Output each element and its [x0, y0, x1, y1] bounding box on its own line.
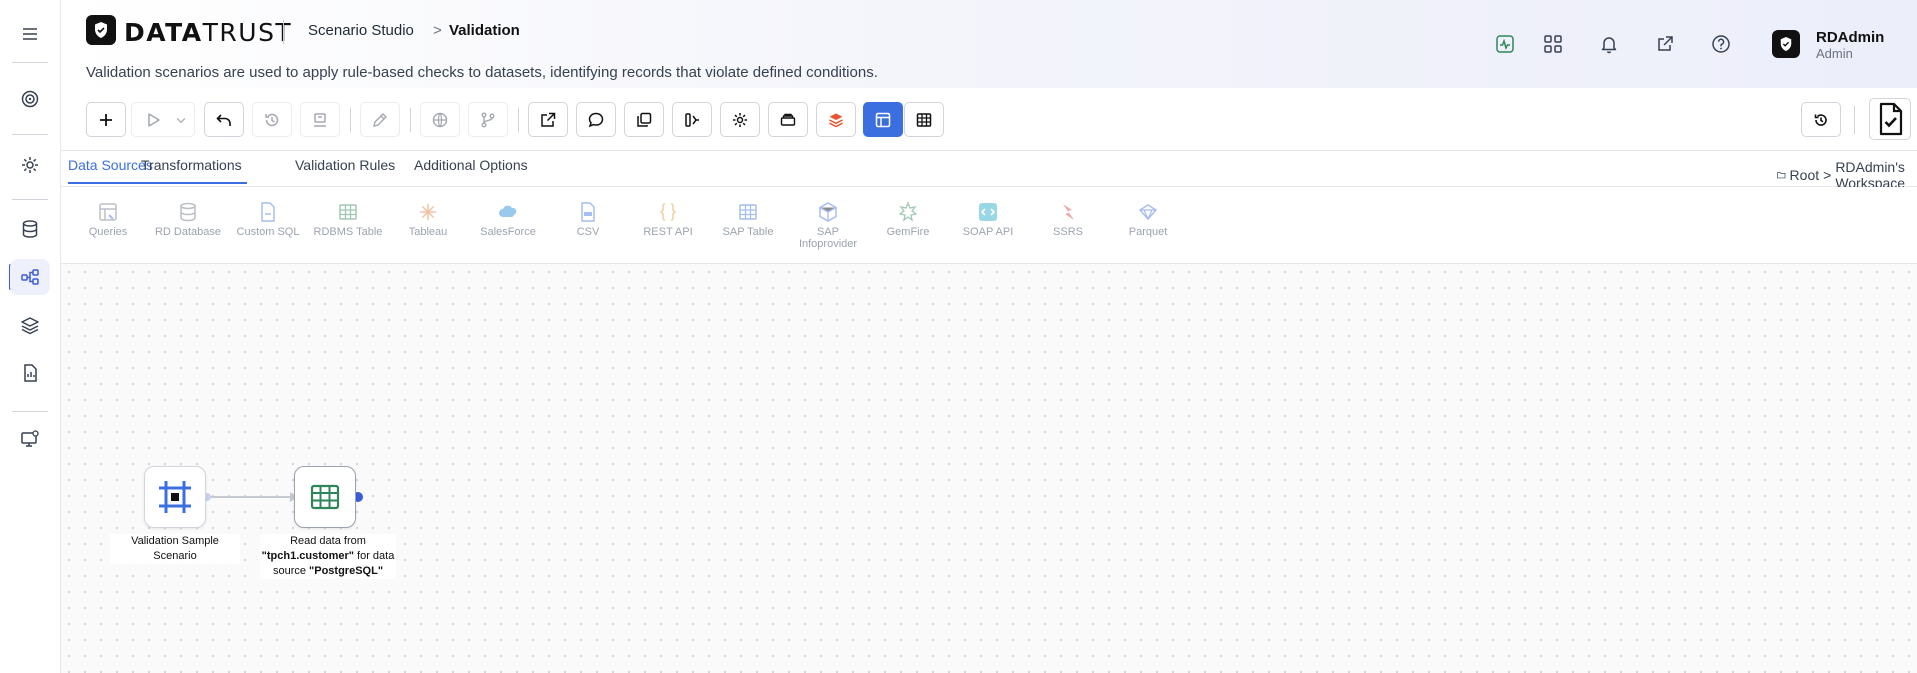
header-divider: [283, 20, 284, 44]
workspace-root: Root: [1789, 167, 1820, 183]
table-icon: [739, 204, 757, 220]
target-icon[interactable]: [10, 81, 50, 117]
history-button[interactable]: [252, 102, 292, 137]
toolbar-divider: [350, 108, 351, 132]
undo-button[interactable]: [204, 102, 244, 137]
palette-item-salesforce[interactable]: SalesForce: [470, 201, 546, 238]
flow-icon[interactable]: [10, 259, 50, 295]
restore-history-button[interactable]: [1801, 102, 1841, 137]
palette-item-rd-database[interactable]: RD Database: [150, 201, 226, 238]
read-data-node[interactable]: [294, 466, 356, 528]
branch-button[interactable]: [468, 102, 508, 137]
folder-icon: [1777, 172, 1786, 179]
activity-icon[interactable]: [1491, 30, 1519, 58]
user-name[interactable]: RDAdmin: [1816, 29, 1884, 46]
scenario-frame-icon: [159, 481, 191, 513]
palette-item-gemfire[interactable]: GemFire: [870, 201, 946, 238]
tab-transformations[interactable]: Transformations: [136, 157, 247, 184]
toolbar-divider: [410, 108, 411, 132]
table-icon: [339, 204, 357, 220]
gear-icon[interactable]: [10, 147, 50, 183]
breadcrumb-separator: >: [433, 22, 442, 39]
deploy-button[interactable]: [300, 102, 340, 137]
read-data-node-label: Read data from "tpch1.customer" for data…: [260, 534, 396, 579]
brand-name: DATATRUST: [124, 18, 293, 47]
add-button[interactable]: [86, 102, 126, 137]
workspace-separator: >: [1823, 167, 1832, 183]
palette-item-rest-api[interactable]: REST API: [630, 201, 706, 238]
braces-icon: [659, 203, 677, 221]
tableau-icon: [420, 204, 436, 220]
database-icon: [180, 202, 196, 222]
avatar[interactable]: [1772, 30, 1800, 58]
bell-icon[interactable]: [1595, 30, 1623, 58]
scenario-node[interactable]: [144, 466, 206, 528]
archive-button[interactable]: [768, 102, 808, 137]
scenario-node-label: Validation Sample Scenario: [110, 534, 240, 564]
brand-logo-icon: [86, 15, 116, 45]
queries-icon: [99, 203, 117, 221]
header: DATATRUST Scenario Studio > Validation V…: [61, 0, 1917, 88]
settings-button[interactable]: [720, 102, 760, 137]
palette-item-sap-infoprovider[interactable]: SAP Infoprovider: [790, 201, 866, 250]
help-icon[interactable]: [1707, 30, 1735, 58]
tab-bar: Data Sources Transformations Validation …: [61, 151, 1917, 191]
cloud-icon: [499, 205, 517, 218]
palette-item-tableau[interactable]: Tableau: [390, 201, 466, 238]
comment-button[interactable]: [576, 102, 616, 137]
cube-network-icon: [819, 202, 837, 222]
soap-api-icon: [979, 203, 997, 221]
stack-button[interactable]: [816, 102, 856, 137]
copy-button[interactable]: [624, 102, 664, 137]
ssrs-icon: [1063, 204, 1074, 220]
table-icon: [310, 484, 340, 510]
edit-button[interactable]: [360, 102, 400, 137]
csv-file-icon: [581, 202, 595, 222]
rail-divider: [12, 62, 48, 63]
palette-item-csv[interactable]: CSV: [550, 201, 626, 238]
compare-button[interactable]: [672, 102, 712, 137]
app-root: DATATRUST Scenario Studio > Validation V…: [0, 0, 1917, 673]
table-view-button[interactable]: [904, 102, 944, 137]
toolbar-divider: [1854, 106, 1855, 134]
toolbar: [61, 88, 1917, 151]
data-source-palette: Queries RD Database Custom SQL RDBMS Tab…: [61, 187, 1917, 264]
palette-item-custom-sql[interactable]: Custom SQL: [230, 201, 306, 238]
tab-additional-options[interactable]: Additional Options: [414, 157, 528, 182]
palette-item-rdbms-table[interactable]: RDBMS Table: [310, 201, 386, 238]
breadcrumb-current: Validation: [449, 22, 520, 39]
page-description: Validation scenarios are used to apply r…: [86, 64, 878, 81]
palette-item-sap-table[interactable]: SAP Table: [710, 201, 786, 238]
palette-item-soap-api[interactable]: SOAP API: [950, 201, 1026, 238]
external-link-icon[interactable]: [1651, 30, 1679, 58]
chevron-down-icon: [176, 117, 186, 123]
gemfire-icon: [898, 201, 918, 222]
rail-divider: [12, 411, 48, 412]
user-role: Admin: [1816, 46, 1853, 61]
open-external-button[interactable]: [528, 102, 568, 137]
monitor-settings-icon[interactable]: [10, 421, 50, 457]
globe-button[interactable]: [420, 102, 460, 137]
report-icon[interactable]: [10, 355, 50, 391]
validate-document-button[interactable]: [1869, 98, 1911, 140]
workflow-canvas[interactable]: Validation Sample Scenario Read data fro…: [61, 264, 1917, 673]
breadcrumb-parent[interactable]: Scenario Studio: [308, 22, 414, 39]
layers-icon[interactable]: [10, 307, 50, 343]
left-rail: [0, 0, 61, 673]
layout-view-button[interactable]: [863, 102, 903, 137]
rail-divider: [12, 134, 48, 135]
palette-item-parquet[interactable]: Parquet: [1110, 201, 1186, 238]
palette-item-queries[interactable]: Queries: [70, 201, 146, 238]
database-icon[interactable]: [10, 211, 50, 247]
toolbar-divider: [518, 108, 519, 132]
rail-divider: [12, 199, 48, 200]
palette-item-ssrs[interactable]: SSRS: [1030, 201, 1106, 238]
parquet-icon: [1138, 204, 1158, 221]
tab-validation-rules[interactable]: Validation Rules: [295, 157, 395, 182]
run-button[interactable]: [131, 102, 195, 137]
menu-icon[interactable]: [10, 16, 50, 52]
apps-grid-icon[interactable]: [1539, 30, 1567, 58]
sql-file-icon: [261, 202, 275, 222]
